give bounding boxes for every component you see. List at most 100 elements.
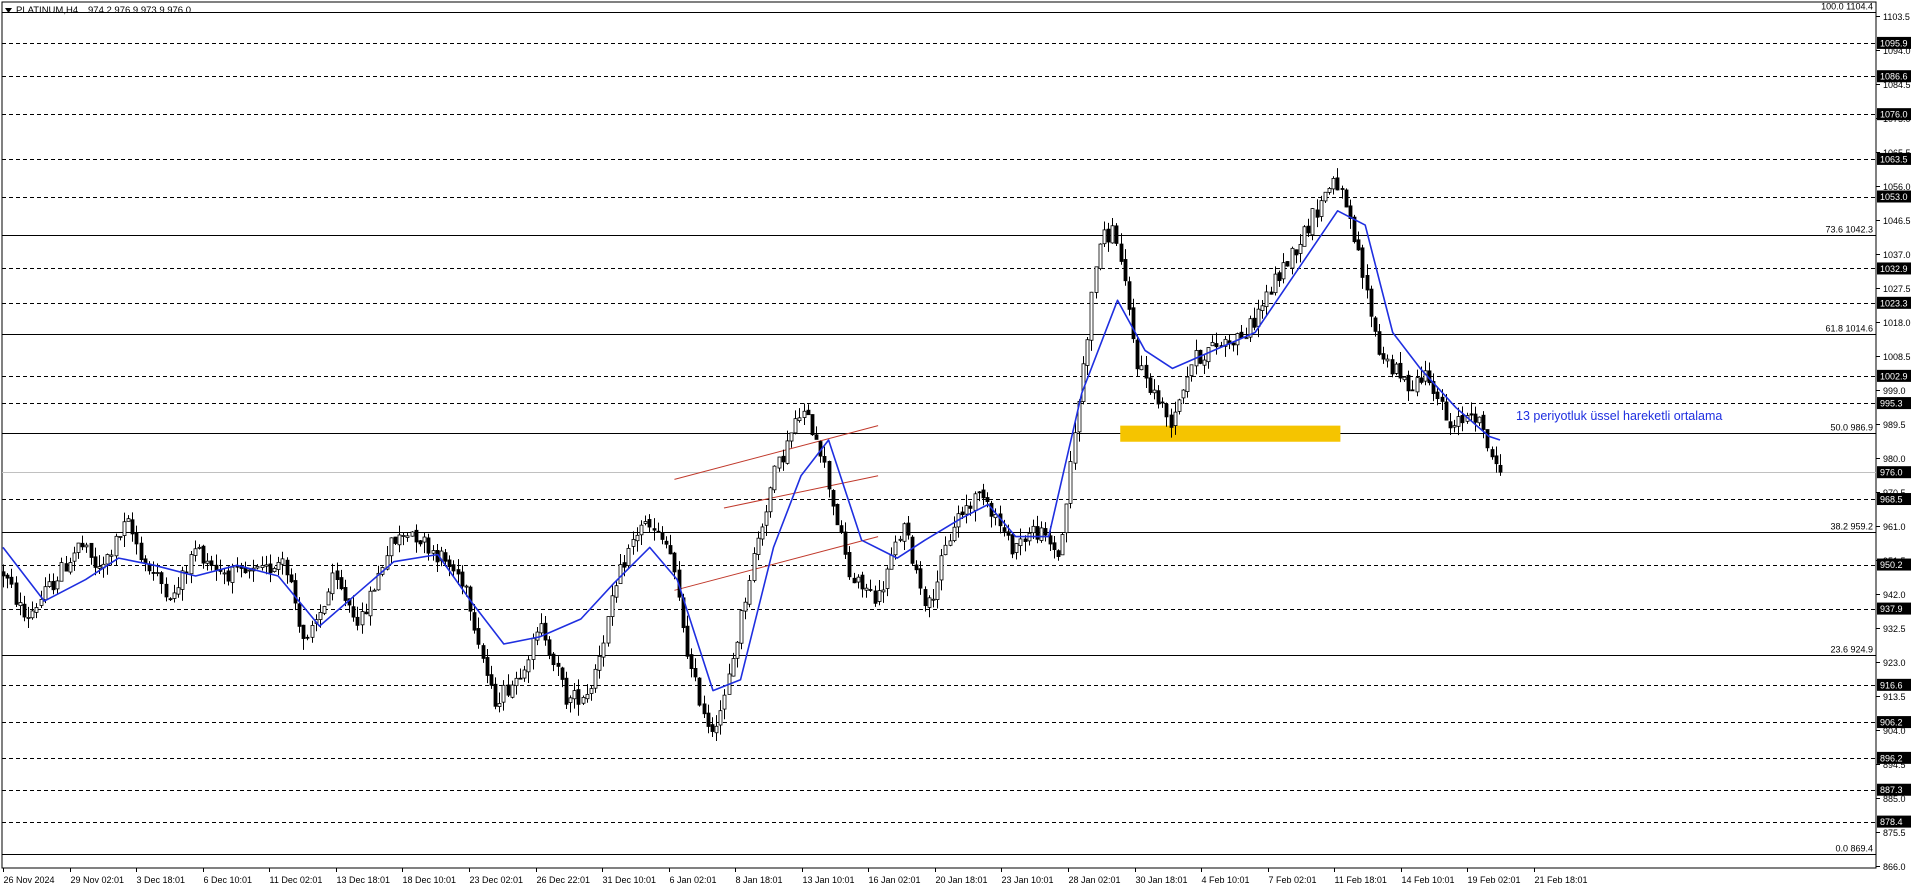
candle-body: [718, 710, 723, 726]
candle-body: [1127, 281, 1132, 310]
candle-body: [460, 571, 465, 587]
candle-body: [1340, 188, 1345, 190]
candle-body: [1335, 177, 1340, 191]
candle-body: [297, 603, 302, 627]
candle-body: [1381, 353, 1386, 360]
price-tick-label: 1027.5: [1883, 284, 1911, 294]
candle-body: [51, 580, 56, 591]
price-chart[interactable]: 100.0 1104.4 73.6 1042.3 61.8 1014.6 50.0 9…: [0, 0, 1916, 888]
candle-body: [1298, 243, 1303, 254]
candle-body: [47, 581, 52, 587]
candle-body: [1214, 343, 1219, 348]
candle-body: [664, 540, 669, 545]
price-tick-label: 875.5: [1883, 828, 1906, 838]
candle-body: [1494, 455, 1499, 465]
time-tick-label: 11 Dec 02:01: [270, 875, 323, 885]
candle-body: [155, 572, 160, 574]
candle-body: [201, 545, 206, 564]
candle-body: [685, 625, 690, 657]
candle-body: [831, 490, 836, 507]
candle-body: [1252, 317, 1257, 328]
time-tick-label: 6 Jan 02:01: [670, 875, 717, 885]
candle-body: [1448, 421, 1453, 429]
time-tick-label: 19 Feb 02:01: [1468, 875, 1521, 885]
candle: [810, 414, 815, 436]
candle-body: [105, 554, 110, 565]
candle-body: [1260, 305, 1265, 311]
candle-body: [5, 574, 10, 579]
fib-level-label: 100.0 1104.4: [1821, 2, 1873, 12]
time-tick-label: 8 Jan 18:01: [736, 875, 783, 885]
candle-body: [1398, 362, 1403, 379]
price-box-label: 1063.5: [1880, 154, 1908, 164]
candle: [1010, 532, 1015, 559]
candle-body: [431, 550, 436, 554]
time-tick-label: 21 Feb 18:01: [1535, 875, 1588, 885]
candle-body: [14, 582, 19, 605]
candle-body: [551, 653, 556, 666]
level-price-box: 1095.9: [1877, 36, 1911, 49]
candle-body: [1485, 429, 1490, 449]
candle-body: [393, 536, 398, 544]
candle-body: [960, 511, 965, 516]
candle-body: [64, 563, 69, 572]
candle: [1098, 243, 1103, 271]
candle-body: [981, 489, 986, 499]
candle-body: [397, 534, 402, 546]
time-tick-label: 11 Feb 18:01: [1335, 875, 1387, 885]
candle-body: [902, 523, 907, 542]
fib-level-label: 0.0 869.4: [1835, 844, 1873, 854]
candle-body: [447, 559, 452, 568]
candle-body: [1060, 534, 1065, 556]
time-tick-label: 30 Jan 18:01: [1136, 875, 1188, 885]
candle-body: [1014, 543, 1019, 553]
candle-body: [939, 555, 944, 581]
price-tick-label: 1103.5: [1883, 12, 1910, 22]
candle-body: [247, 569, 252, 572]
candle-body: [1369, 288, 1374, 317]
candle-body: [906, 522, 911, 536]
candle-body: [343, 587, 348, 601]
candle-body: [34, 607, 39, 613]
level-price-box: 1076.0: [1877, 108, 1911, 121]
candle-body: [1160, 401, 1165, 404]
candle-body: [660, 532, 665, 540]
chart-window[interactable]: 100.0 1104.4 73.6 1042.3 61.8 1014.6 50.0 9…: [0, 0, 1916, 888]
candle-body: [1089, 291, 1094, 341]
candle-body: [280, 558, 285, 565]
candle-body: [864, 587, 869, 591]
price-box-label: 1095.9: [1880, 38, 1908, 48]
candle-body: [443, 552, 448, 562]
candle-body: [601, 642, 606, 658]
candle: [772, 465, 777, 493]
candle-body: [1210, 342, 1215, 347]
candle-body: [514, 677, 519, 687]
candle-body: [652, 528, 657, 531]
candle-body: [760, 526, 765, 540]
candle-body: [122, 521, 127, 536]
candle-body: [1094, 266, 1099, 293]
candle-body: [134, 532, 139, 545]
candle-body: [109, 554, 114, 557]
candle-body: [22, 603, 27, 618]
time-tick-label: 23 Dec 02:01: [470, 875, 524, 885]
candle-body: [30, 610, 35, 619]
candle-body: [931, 598, 936, 601]
candle-body: [189, 554, 194, 575]
level-price-box: 995.3: [1877, 397, 1911, 410]
candle-body: [130, 519, 135, 535]
candle-body: [1081, 363, 1086, 402]
candle-body: [1056, 550, 1061, 557]
candle-body: [810, 414, 815, 436]
candle-body: [84, 544, 89, 548]
candle-body: [1152, 389, 1157, 394]
candle-body: [26, 617, 31, 619]
price-tick-label: 989.5: [1883, 420, 1906, 430]
candle-body: [264, 564, 269, 567]
candle-body: [1281, 262, 1286, 280]
time-tick-label: 26 Nov 2024: [4, 875, 55, 885]
fib-level-label: 61.8 1014.6: [1825, 324, 1873, 334]
time-tick-label: 4 Feb 10:01: [1202, 875, 1250, 885]
candle-body: [301, 624, 306, 639]
level-price-box: 906.2: [1877, 716, 1911, 729]
